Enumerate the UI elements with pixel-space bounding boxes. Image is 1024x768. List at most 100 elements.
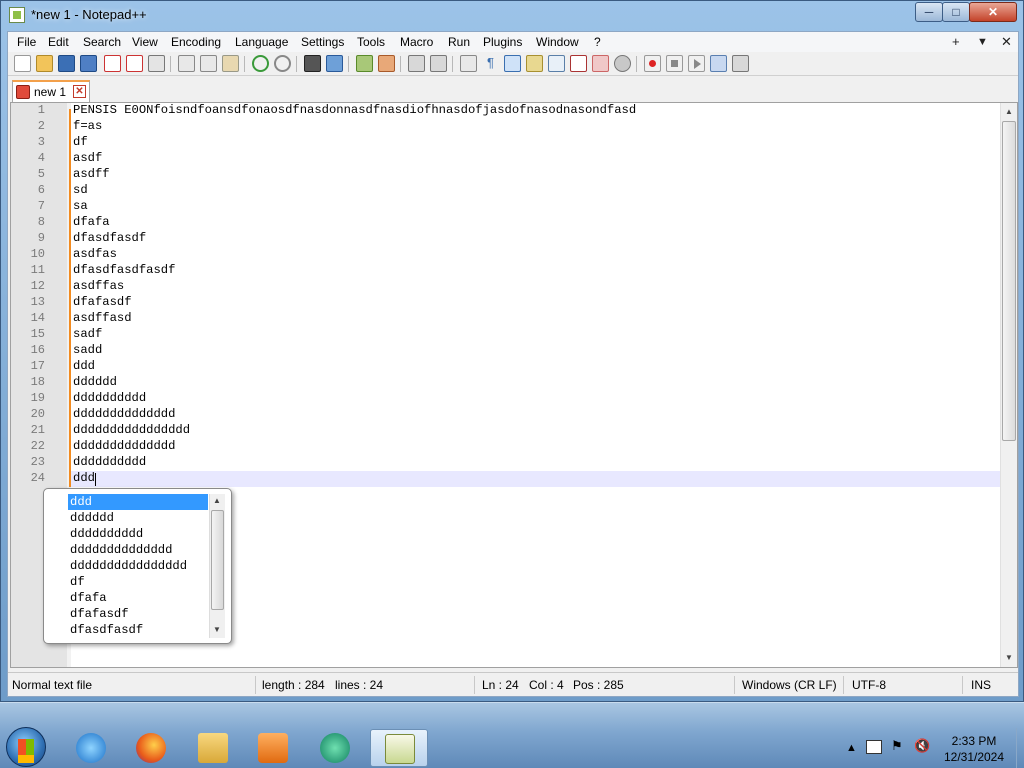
autocomplete-item[interactable]: dfafasdf <box>68 606 208 622</box>
paste-icon[interactable] <box>222 55 239 72</box>
autocomplete-item[interactable]: dddddddddd <box>68 526 208 542</box>
menu-view[interactable]: View <box>132 35 158 49</box>
show-desktop-button[interactable] <box>1016 728 1024 768</box>
open-file-icon[interactable] <box>36 55 53 72</box>
editor-line[interactable]: dddddddddddddd <box>73 407 175 421</box>
autocomplete-item[interactable]: ddd <box>68 494 208 510</box>
sync-vertical-icon[interactable] <box>408 55 425 72</box>
menu-encoding[interactable]: Encoding <box>171 35 221 49</box>
action-center-flag-icon[interactable]: ⚑ <box>891 738 903 754</box>
autocomplete-item[interactable]: dfasdfasdf <box>68 622 208 638</box>
editor-line[interactable]: ddd <box>73 359 95 373</box>
title-bar[interactable]: *new 1 - Notepad++ ─ □ ✕ <box>1 1 1023 29</box>
taskbar-file-explorer[interactable] <box>184 729 242 767</box>
notepadpp-app-icon[interactable] <box>9 7 25 23</box>
editor-line[interactable]: dddddddddd <box>73 455 146 469</box>
close-doc-x-icon[interactable]: ✕ <box>1001 34 1012 50</box>
menu-macro[interactable]: Macro <box>400 35 433 49</box>
zoom-out-icon[interactable] <box>378 55 395 72</box>
menu-settings[interactable]: Settings <box>301 35 344 49</box>
menu-edit[interactable]: Edit <box>48 35 69 49</box>
editor-line[interactable]: ddd <box>73 471 95 485</box>
taskbar-media-player[interactable] <box>244 729 302 767</box>
user-language-icon[interactable] <box>526 55 543 72</box>
menu-run[interactable]: Run <box>448 35 470 49</box>
editor-line[interactable]: f=as <box>73 119 102 133</box>
taskbar-notepadpp[interactable] <box>370 729 428 767</box>
taskbar-internet-explorer[interactable] <box>62 729 120 767</box>
scroll-up-arrow-icon[interactable]: ▲ <box>1005 107 1013 116</box>
tab-new-1[interactable]: new 1 ✕ <box>12 80 90 102</box>
status-encoding[interactable]: UTF-8 <box>852 678 886 692</box>
minimize-button[interactable]: ─ <box>915 2 943 22</box>
editor-line[interactable]: dfafa <box>73 215 110 229</box>
editor-line[interactable]: dddddd <box>73 375 117 389</box>
editor-line[interactable]: dfasdfasdfasdf <box>73 263 175 277</box>
folder-workspace-icon[interactable] <box>592 55 609 72</box>
editor-line[interactable]: asdff <box>73 167 110 181</box>
editor-line[interactable]: asdf <box>73 151 102 165</box>
menu-help[interactable]: ? <box>594 35 601 49</box>
status-insert-mode[interactable]: INS <box>971 678 991 692</box>
record-macro-icon[interactable] <box>644 55 661 72</box>
close-file-icon[interactable] <box>104 55 121 72</box>
editor-line[interactable]: sadf <box>73 327 102 341</box>
editor-line[interactable]: dfafasdf <box>73 295 132 309</box>
editor-line[interactable]: dddddddddddddd <box>73 439 175 453</box>
maximize-button[interactable]: □ <box>942 2 970 22</box>
function-list-icon[interactable] <box>570 55 587 72</box>
autocomplete-item[interactable]: dddddddddddddddd <box>68 558 208 574</box>
editor-vertical-scrollbar[interactable]: ▲ ▼ <box>1000 103 1017 667</box>
start-button[interactable] <box>6 727 46 767</box>
autocomplete-item[interactable]: dfafa <box>68 590 208 606</box>
find-icon[interactable] <box>304 55 321 72</box>
new-tab-plus-icon[interactable]: + <box>952 34 960 49</box>
replace-icon[interactable] <box>326 55 343 72</box>
tab-list-down-icon[interactable]: ▼ <box>977 36 988 48</box>
editor-line[interactable]: asdffas <box>73 279 124 293</box>
play-macro-icon[interactable] <box>688 55 705 72</box>
editor-line[interactable]: dddddddddddddddd <box>73 423 190 437</box>
zoom-in-icon[interactable] <box>356 55 373 72</box>
ac-scroll-thumb[interactable] <box>211 510 224 610</box>
new-file-icon[interactable] <box>14 55 31 72</box>
autocomplete-item[interactable]: df <box>68 574 208 590</box>
stop-macro-icon[interactable] <box>666 55 683 72</box>
editor-line[interactable]: sa <box>73 199 88 213</box>
show-hidden-icons-icon[interactable]: ▲ <box>846 742 857 754</box>
volume-muted-icon[interactable]: 🔇 <box>914 738 930 754</box>
taskbar-app-5[interactable] <box>306 729 364 767</box>
menu-window[interactable]: Window <box>536 35 579 49</box>
show-all-chars-icon[interactable]: ¶ <box>482 55 499 72</box>
editor-line[interactable]: dfasdfasdf <box>73 231 146 245</box>
save-macro-icon[interactable] <box>732 55 749 72</box>
autocomplete-popup[interactable]: ddd dddddd dddddddddd dddddddddddddd ddddddd… <box>43 488 232 644</box>
run-macro-multiple-icon[interactable] <box>710 55 727 72</box>
ac-scroll-up-icon[interactable]: ▲ <box>213 496 221 505</box>
tab-close-icon[interactable]: ✕ <box>73 85 86 98</box>
close-window-button[interactable]: ✕ <box>969 2 1017 22</box>
copy-icon[interactable] <box>200 55 217 72</box>
sync-horizontal-icon[interactable] <box>430 55 447 72</box>
save-icon[interactable] <box>58 55 75 72</box>
redo-icon[interactable] <box>274 55 291 72</box>
editor-line[interactable]: asdffasd <box>73 311 132 325</box>
menu-file[interactable]: File <box>17 35 36 49</box>
menu-search[interactable]: Search <box>83 35 121 49</box>
autocomplete-item[interactable]: dddddddddddddd <box>68 542 208 558</box>
scroll-thumb[interactable] <box>1002 121 1016 441</box>
editor-line[interactable]: sd <box>73 183 88 197</box>
status-eol[interactable]: Windows (CR LF) <box>742 678 837 692</box>
editor-line[interactable]: df <box>73 135 88 149</box>
network-icon[interactable] <box>866 740 882 754</box>
close-all-icon[interactable] <box>126 55 143 72</box>
editor-line[interactable]: dddddddddd <box>73 391 146 405</box>
cut-icon[interactable] <box>178 55 195 72</box>
monitoring-icon[interactable] <box>614 55 631 72</box>
save-all-icon[interactable] <box>80 55 97 72</box>
menu-plugins[interactable]: Plugins <box>483 35 522 49</box>
doc-map-icon[interactable] <box>548 55 565 72</box>
autocomplete-item[interactable]: dddddd <box>68 510 208 526</box>
editor-line[interactable]: sadd <box>73 343 102 357</box>
taskbar-firefox[interactable] <box>122 729 180 767</box>
